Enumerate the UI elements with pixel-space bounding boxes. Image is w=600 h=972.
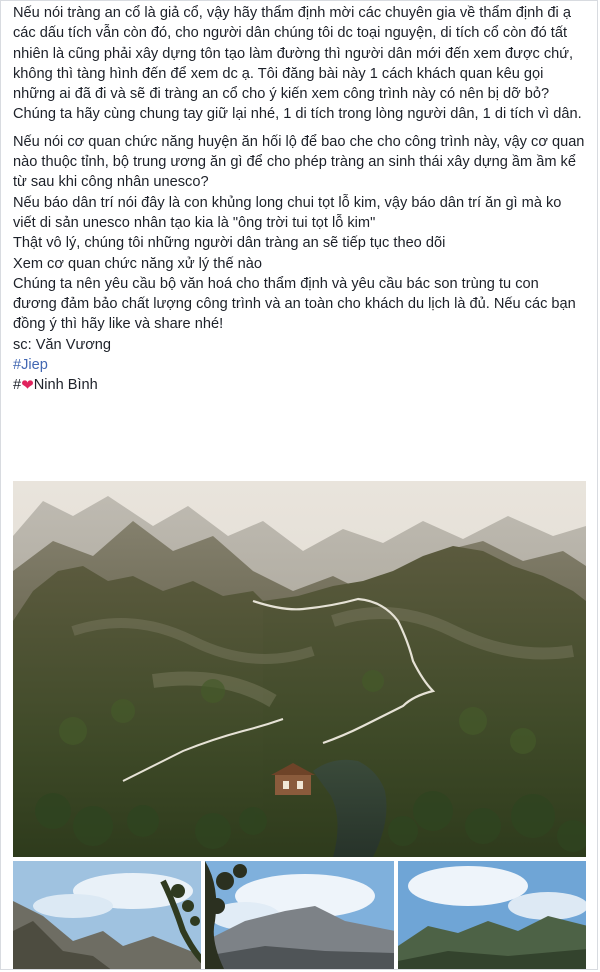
landscape-illustration: [13, 481, 586, 857]
thumbnail-photo-2[interactable]: [205, 861, 394, 969]
hashtag-ninh-binh-text[interactable]: Ninh Bình: [34, 377, 98, 393]
post-paragraph-2-line-2: Nếu báo dân trí nói đây là con khủng lon…: [13, 194, 562, 231]
thumbnail-3-illustration: [397, 861, 586, 969]
post-paragraph-1: Nếu nói tràng an cổ là giả cổ, vậy hãy t…: [13, 5, 582, 123]
post-paragraph-2-line-3: Thật vô lý, chúng tôi những người dân tr…: [13, 235, 446, 252]
hashtag-ninh-binh-line: #❤Ninh Bình: [13, 375, 585, 396]
photo-thumbnails: [13, 861, 586, 969]
heart-icon: ❤: [21, 377, 34, 395]
main-photo-trang-an-landscape[interactable]: [13, 481, 586, 857]
thumbnail-photo-1[interactable]: [13, 861, 202, 969]
hashtag-jiep-link[interactable]: #Jiep: [13, 357, 48, 373]
post-paragraph-2-line-5: Chúng ta nên yêu cầu bộ văn hoá cho thẩm…: [13, 275, 576, 333]
post-text: Nếu nói tràng an cổ là giả cổ, vậy hãy t…: [1, 1, 597, 397]
post-paragraph-2-line-1: Nếu nói cơ quan chức năng huyện ăn hối l…: [13, 133, 585, 191]
post-paragraph-2-line-4: Xem cơ quan chức năng xử lý thế nào: [13, 255, 262, 272]
thumbnail-photo-3[interactable]: [397, 861, 586, 969]
thumbnail-1-illustration: [13, 861, 202, 969]
facebook-post: Nếu nói tràng an cổ là giả cổ, vậy hãy t…: [0, 0, 598, 970]
post-source: sc: Văn Vương: [13, 336, 112, 353]
thumbnail-2-illustration: [205, 861, 394, 969]
hash-symbol: #: [13, 377, 22, 394]
